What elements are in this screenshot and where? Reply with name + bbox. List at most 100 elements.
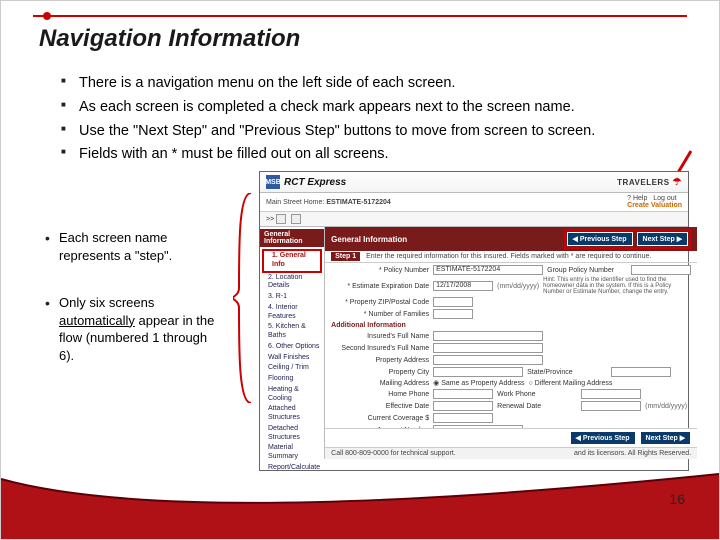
state-label: State/Province [527,369,607,376]
brace-icon [233,193,255,403]
header-divider [33,15,687,17]
page-title: Navigation Information [39,25,300,53]
main-bullet-list: There is a navigation menu on the left s… [61,73,679,168]
mainstreet-label: Main Street Home: [266,199,324,206]
app-header: MSB RCT Express TRAVELERS ☂ [260,172,688,193]
crumb-icon[interactable] [276,214,286,224]
app-logo: MSB RCT Express [266,175,346,189]
nav-item[interactable]: Flooring [260,374,324,385]
property-address-label: Property Address [331,357,429,364]
expiration-label: * Estimate Expiration Date [331,283,429,290]
nav-item[interactable]: Wall Finishes [260,353,324,364]
bullet-item: There is a navigation menu on the left s… [61,73,679,95]
next-step-button[interactable]: Next Step ▶ [640,431,692,445]
crumb-arrows: >> [266,216,274,223]
policy-number-field[interactable]: ESTIMATE-5172204 [433,265,543,275]
nav-item[interactable]: Detached Structures [260,424,324,444]
annotation-text-underline: automatically [59,313,135,328]
property-address-field[interactable] [433,355,543,365]
product-name: RCT Express [284,177,346,188]
state-field[interactable] [611,367,671,377]
partner-logo: TRAVELERS ☂ [617,177,682,188]
property-city-label: Property City [331,369,429,376]
nav-item[interactable]: 6. Other Options [260,342,324,353]
nav-item[interactable]: 5. Kitchen & Baths [260,322,324,342]
nav-item[interactable]: 4. Interior Features [260,303,324,323]
coverage-label: Current Coverage $ [331,415,429,422]
annotation-text-pre: Only six screens [59,295,154,310]
zip-field[interactable] [433,297,473,307]
umbrella-icon: ☂ [673,177,682,188]
renewal-date-field[interactable] [581,401,641,411]
bullet-item: Fields with an * must be filled out on a… [61,144,679,166]
breadcrumb: >> [260,212,688,227]
effective-date-field[interactable] [433,401,493,411]
zip-label: * Property ZIP/Postal Code [331,299,429,306]
partner-name: TRAVELERS [617,178,669,187]
home-phone-label: Home Phone [331,391,429,398]
step-desc-text: Enter the required information for this … [366,253,651,260]
section-title: General Information [331,235,407,244]
mailing-diff-radio[interactable]: ○ Different Mailing Address [528,380,612,387]
families-label: * Number of Families [331,311,429,318]
families-field[interactable] [433,309,473,319]
main-panel: General Information ◀ Previous Step Next… [325,227,697,459]
mailing-same-radio[interactable]: ◉ Same as Property Address [433,379,524,387]
nav-item[interactable]: 2. Location Details [260,273,324,293]
insured-field[interactable] [433,331,543,341]
insured-label: Insured's Full Name [331,333,429,340]
property-city-field[interactable] [433,367,523,377]
effective-date-label: Effective Date [331,403,429,410]
nav-item[interactable]: Heating & Cooling [260,385,324,405]
step-badge: Step 1 [331,252,360,261]
support-phone: Call 800-809-0000 for technical support. [331,450,456,457]
nav-item[interactable]: 3. R-1 [260,292,324,303]
help-link[interactable]: ? Help [627,195,647,202]
nav-item-active[interactable]: 1. General Info [262,249,322,273]
coverage-field[interactable] [433,413,493,423]
side-annotations: Each screen name represents a "step". On… [45,229,225,394]
work-phone-label: Work Phone [497,391,577,398]
next-step-button[interactable]: Next Step ▶ [637,232,689,246]
group-policy-field[interactable] [631,265,691,275]
bullet-item: Use the "Next Step" and "Previous Step" … [61,121,679,143]
work-phone-field[interactable] [581,389,641,399]
mailing-label: Mailing Address [331,380,429,387]
page-number: 16 [669,491,685,507]
slide: Navigation Information There is a naviga… [0,0,720,540]
second-insured-field[interactable] [433,343,543,353]
renewal-date-label: Renewal Date [497,403,577,410]
form-area: * Policy Number ESTIMATE-5172204 Group P… [325,263,697,428]
copyright: and its licensors. All Rights Reserved. [574,450,691,457]
expiration-field[interactable]: 12/17/2008 [433,281,493,291]
logout-link[interactable]: Log out [653,195,676,202]
nav-item[interactable]: Material Summary [260,443,324,463]
step-buttons-bottom: ◀ Previous Step Next Step ▶ [570,431,692,445]
nav-header: General Information [260,229,324,247]
previous-step-button[interactable]: ◀ Previous Step [570,431,636,445]
group-policy-label: Group Policy Number [547,267,627,274]
second-insured-label: Second Insured's Full Name [331,345,429,352]
crumb-icon[interactable] [291,214,301,224]
expiration-format: (mm/dd/yyyy) [497,283,539,290]
bullet-item: As each screen is completed a check mark… [61,97,679,119]
create-valuation-link[interactable]: Create Valuation [627,202,682,209]
policy-number-label: * Policy Number [331,267,429,274]
previous-step-button[interactable]: ◀ Previous Step [567,232,633,246]
annotation-step: Each screen name represents a "step". [45,229,225,264]
app-footer: Call 800-809-0000 for technical support.… [325,447,697,459]
renewal-format: (mm/dd/yyyy) [645,403,687,410]
additional-info-title: Additional Information [331,322,691,329]
app-screenshot: MSB RCT Express TRAVELERS ☂ Main Street … [259,171,689,471]
nav-sidebar: General Information 1. General Info 2. L… [260,227,325,459]
step-description: Step 1 Enter the required information fo… [325,251,697,263]
home-phone-field[interactable] [433,389,493,399]
annotation-six-screens: Only six screens automatically appear in… [45,294,225,364]
nav-item[interactable]: Attached Structures [260,404,324,424]
nav-item[interactable]: Ceiling / Trim [260,363,324,374]
app-meta-bar: Main Street Home: ESTIMATE-5172204 ? Hel… [260,193,688,212]
section-bar: General Information ◀ Previous Step Next… [325,227,697,251]
footer-curve [1,469,719,539]
hint-text: Hint: This entry is the identifier used … [543,277,691,295]
msb-logo-icon: MSB [266,175,280,189]
